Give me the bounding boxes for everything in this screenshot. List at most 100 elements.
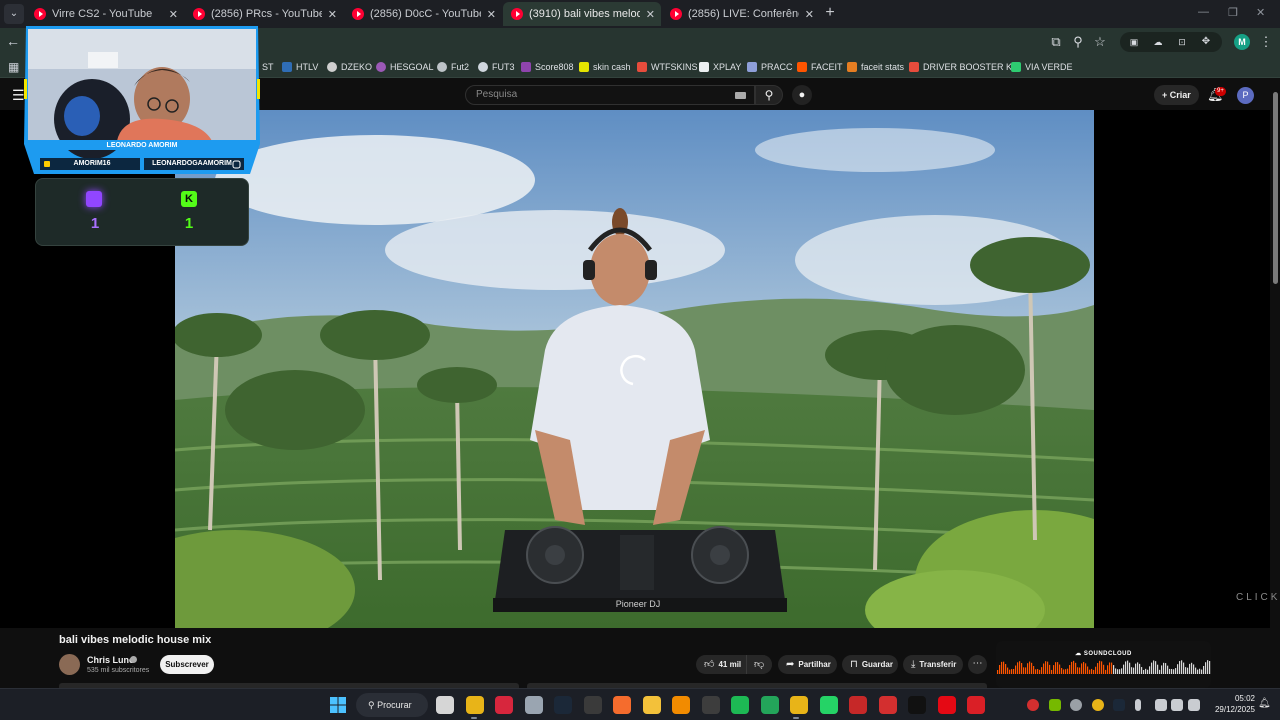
- zoom-icon[interactable]: ⚲: [1070, 34, 1086, 50]
- thumbs-up-icon: 👍︎: [704, 659, 715, 670]
- soundcloud-widget[interactable]: ☁ SOUNDCLOUD: [996, 641, 1211, 688]
- bookmark-score808[interactable]: Score808: [521, 60, 574, 74]
- video-frame[interactable]: Pioneer DJ: [175, 110, 1094, 628]
- taskbar-search[interactable]: ⚲ Procurar: [356, 693, 428, 717]
- more-actions-icon[interactable]: ⋯: [968, 655, 987, 674]
- discord-like-icon[interactable]: [761, 696, 779, 714]
- bookmark-label: Score808: [535, 62, 574, 72]
- bookmark-st[interactable]: ST: [262, 60, 274, 74]
- extension-icon[interactable]: ⊡: [1174, 34, 1190, 50]
- channel-name[interactable]: Chris Luno: [87, 655, 135, 665]
- tab-close-icon[interactable]: ✕: [487, 8, 496, 21]
- pracc-icon: [747, 62, 757, 72]
- bookmark-label: HESGOAL: [390, 62, 434, 72]
- page-scrollbar-thumb[interactable]: [1273, 92, 1278, 284]
- tab-close-icon[interactable]: ✕: [328, 8, 337, 21]
- bookmark-icon: ⊓: [850, 659, 858, 670]
- whatsapp-icon[interactable]: [820, 696, 838, 714]
- extension-icon[interactable]: ☁: [1150, 34, 1166, 50]
- browser-profile-avatar[interactable]: M: [1234, 34, 1250, 50]
- tiktok-icon[interactable]: [908, 696, 926, 714]
- tab-close-icon[interactable]: ✕: [169, 8, 178, 21]
- browser-tab[interactable]: (2856) PRcs - YouTube ✕: [185, 2, 343, 26]
- obs-icon[interactable]: [702, 696, 720, 714]
- bookmark-label: ST: [262, 62, 274, 72]
- dislike-button[interactable]: 👎︎: [746, 655, 772, 674]
- bookmark-hesgoal[interactable]: HESGOAL: [376, 60, 434, 74]
- tray-app-icon[interactable]: [1027, 699, 1039, 711]
- bookmark-fut2[interactable]: Fut2: [437, 60, 469, 74]
- bookmark-fut3[interactable]: FUT3: [478, 60, 515, 74]
- minimize-icon[interactable]: —: [1198, 6, 1209, 18]
- tray-app-icon[interactable]: [1070, 699, 1082, 711]
- save-button[interactable]: ⊓ Guardar: [842, 655, 898, 674]
- explorer-icon[interactable]: [643, 696, 661, 714]
- netflix-icon[interactable]: [938, 696, 956, 714]
- system-clock[interactable]: 05:02 29/12/2025: [1203, 693, 1255, 715]
- nvidia-icon[interactable]: [1049, 699, 1061, 711]
- subscribe-button[interactable]: Subscrever: [160, 655, 214, 674]
- back-arrow-icon[interactable]: ←: [6, 33, 20, 49]
- kebab-menu-icon[interactable]: ⋮: [1258, 34, 1274, 50]
- faceit-client-icon[interactable]: [879, 696, 897, 714]
- extension-icon[interactable]: ▣: [1126, 34, 1142, 50]
- thumbs-down-icon: 👎︎: [754, 659, 765, 670]
- puzzle-icon[interactable]: ✥: [1198, 34, 1214, 50]
- create-button[interactable]: + Criar: [1154, 85, 1199, 105]
- chrome-icon[interactable]: [466, 696, 484, 714]
- microphone-tray-icon[interactable]: [1135, 699, 1141, 711]
- create-label: Criar: [1169, 90, 1191, 100]
- apps-grid-icon[interactable]: ▦: [8, 60, 19, 74]
- search-button[interactable]: ⚲: [755, 85, 783, 105]
- notification-center-icon[interactable]: 🔔︎: [1258, 698, 1271, 709]
- cast-icon[interactable]: ⧉: [1048, 34, 1064, 50]
- bookmark-driver-booster[interactable]: DRIVER BOOSTER K...: [909, 60, 1020, 74]
- subscriber-count: 535 mil subscritores: [87, 667, 150, 674]
- chrome-2-icon[interactable]: [790, 696, 808, 714]
- bookmark-via-verde[interactable]: VIA VERDE: [1011, 60, 1073, 74]
- new-tab-button[interactable]: +: [821, 4, 839, 22]
- browser-tab[interactable]: Virre CS2 - YouTube ✕: [26, 2, 184, 26]
- steam-icon[interactable]: [554, 696, 572, 714]
- keyboard-icon[interactable]: [735, 92, 746, 99]
- bookmark-faceit-stats[interactable]: faceit stats: [847, 60, 904, 74]
- epic-icon[interactable]: [584, 696, 602, 714]
- bookmark-pracc[interactable]: PRACC: [747, 60, 793, 74]
- chrome-tray-icon[interactable]: [1092, 699, 1104, 711]
- tab-title: (2856) LIVE: Conferência Antevi: [688, 8, 799, 20]
- search-input[interactable]: Pesquisa: [465, 85, 755, 105]
- task-view-icon[interactable]: [436, 696, 454, 714]
- bookmark-faceit[interactable]: FACEIT: [797, 60, 843, 74]
- battery-icon[interactable]: [1188, 699, 1200, 711]
- bookmark-skin-cash[interactable]: skin cash: [579, 60, 631, 74]
- opera-icon[interactable]: [495, 696, 513, 714]
- origin-icon[interactable]: [613, 696, 631, 714]
- monitor-icon[interactable]: [1155, 699, 1167, 711]
- creative-cloud-icon[interactable]: [967, 696, 985, 714]
- settings-icon[interactable]: [525, 696, 543, 714]
- tab-search-chevron-icon[interactable]: ⌄: [4, 4, 24, 24]
- bookmark-wtfskins[interactable]: WTFSKINS: [637, 60, 698, 74]
- browser-tab[interactable]: (2856) LIVE: Conferência Antevi ✕: [662, 2, 820, 26]
- steam-tray-icon[interactable]: [1113, 699, 1125, 711]
- close-window-icon[interactable]: ✕: [1256, 6, 1265, 19]
- bookmark-xplay[interactable]: XPLAY: [699, 60, 741, 74]
- premiere-icon[interactable]: [672, 696, 690, 714]
- tab-close-icon[interactable]: ✕: [646, 8, 655, 21]
- browser-tab[interactable]: (2856) D0cC - YouTube ✕: [344, 2, 502, 26]
- voice-search-button[interactable]: ●: [792, 85, 812, 105]
- channel-avatar[interactable]: [59, 654, 80, 675]
- vanguard-icon[interactable]: [849, 696, 867, 714]
- speaker-icon[interactable]: [1171, 699, 1183, 711]
- share-button[interactable]: ➦ Partilhar: [778, 655, 837, 674]
- browser-tab-active[interactable]: (3910) bali vibes melodic house ✕: [503, 2, 661, 26]
- download-button[interactable]: ⤓ Transferir: [903, 655, 963, 674]
- spotify-icon[interactable]: [731, 696, 749, 714]
- bookmark-htlv[interactable]: HTLV: [282, 60, 318, 74]
- tab-close-icon[interactable]: ✕: [805, 8, 814, 21]
- windows-start-icon[interactable]: [330, 697, 346, 713]
- bookmark-star-icon[interactable]: ☆: [1092, 34, 1108, 50]
- account-avatar[interactable]: P: [1237, 87, 1254, 104]
- restore-icon[interactable]: ❐: [1228, 6, 1238, 19]
- bookmark-dzeko[interactable]: DZEKO: [327, 60, 372, 74]
